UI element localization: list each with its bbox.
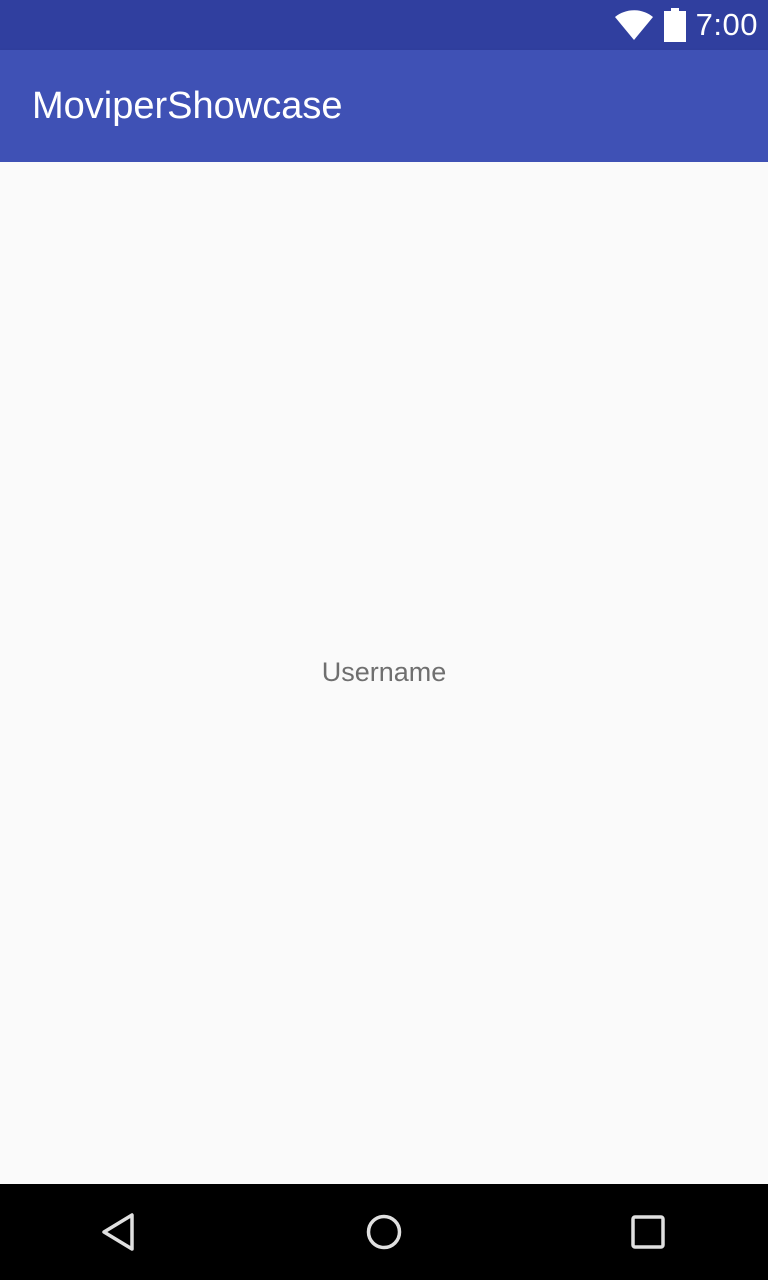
wifi-icon	[614, 9, 654, 41]
status-bar: 7:00	[0, 0, 768, 50]
back-icon	[100, 1212, 140, 1252]
app-title: MoviperShowcase	[32, 85, 343, 127]
recents-button[interactable]	[600, 1184, 696, 1280]
screen: 7:00 MoviperShowcase Username	[0, 0, 768, 1280]
username-label: Username	[321, 657, 447, 687]
main-content: Username	[0, 162, 768, 1184]
back-button[interactable]	[72, 1184, 168, 1280]
home-button[interactable]	[336, 1184, 432, 1280]
battery-icon	[663, 8, 686, 42]
status-icons: 7:00	[614, 0, 758, 50]
navigation-bar	[0, 1184, 768, 1280]
home-icon	[364, 1212, 404, 1252]
status-time: 7:00	[695, 7, 758, 42]
app-bar: MoviperShowcase	[0, 50, 768, 162]
recents-icon	[630, 1214, 666, 1250]
